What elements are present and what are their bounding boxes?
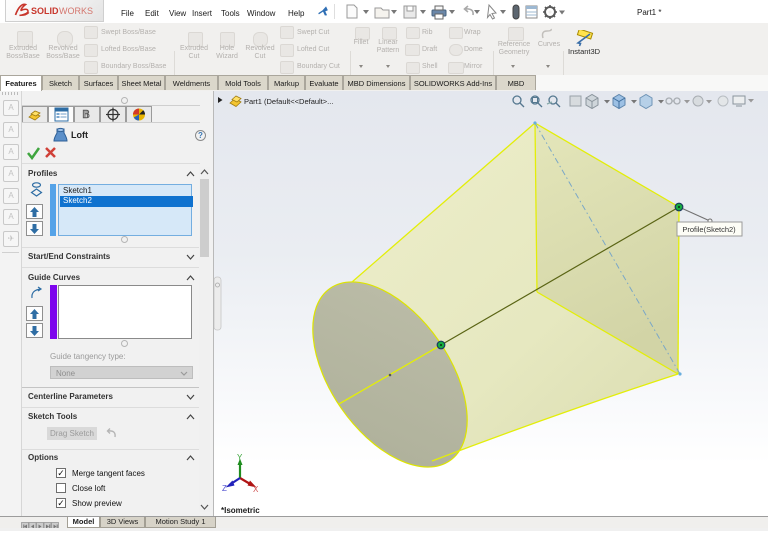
svg-text:𝔹: 𝔹 xyxy=(82,109,90,121)
svg-text:SOLID: SOLID xyxy=(31,6,59,16)
svg-text:*Isometric: *Isometric xyxy=(221,506,260,515)
svg-text:WORKS: WORKS xyxy=(59,6,93,16)
svg-text:Y: Y xyxy=(237,453,243,462)
svg-text:Part1 (Default<<Default>...: Part1 (Default<<Default>... xyxy=(244,97,333,106)
svg-text:X: X xyxy=(253,485,259,494)
svg-text:Z: Z xyxy=(222,484,227,493)
svg-text:Profile(Sketch2): Profile(Sketch2) xyxy=(682,225,736,234)
